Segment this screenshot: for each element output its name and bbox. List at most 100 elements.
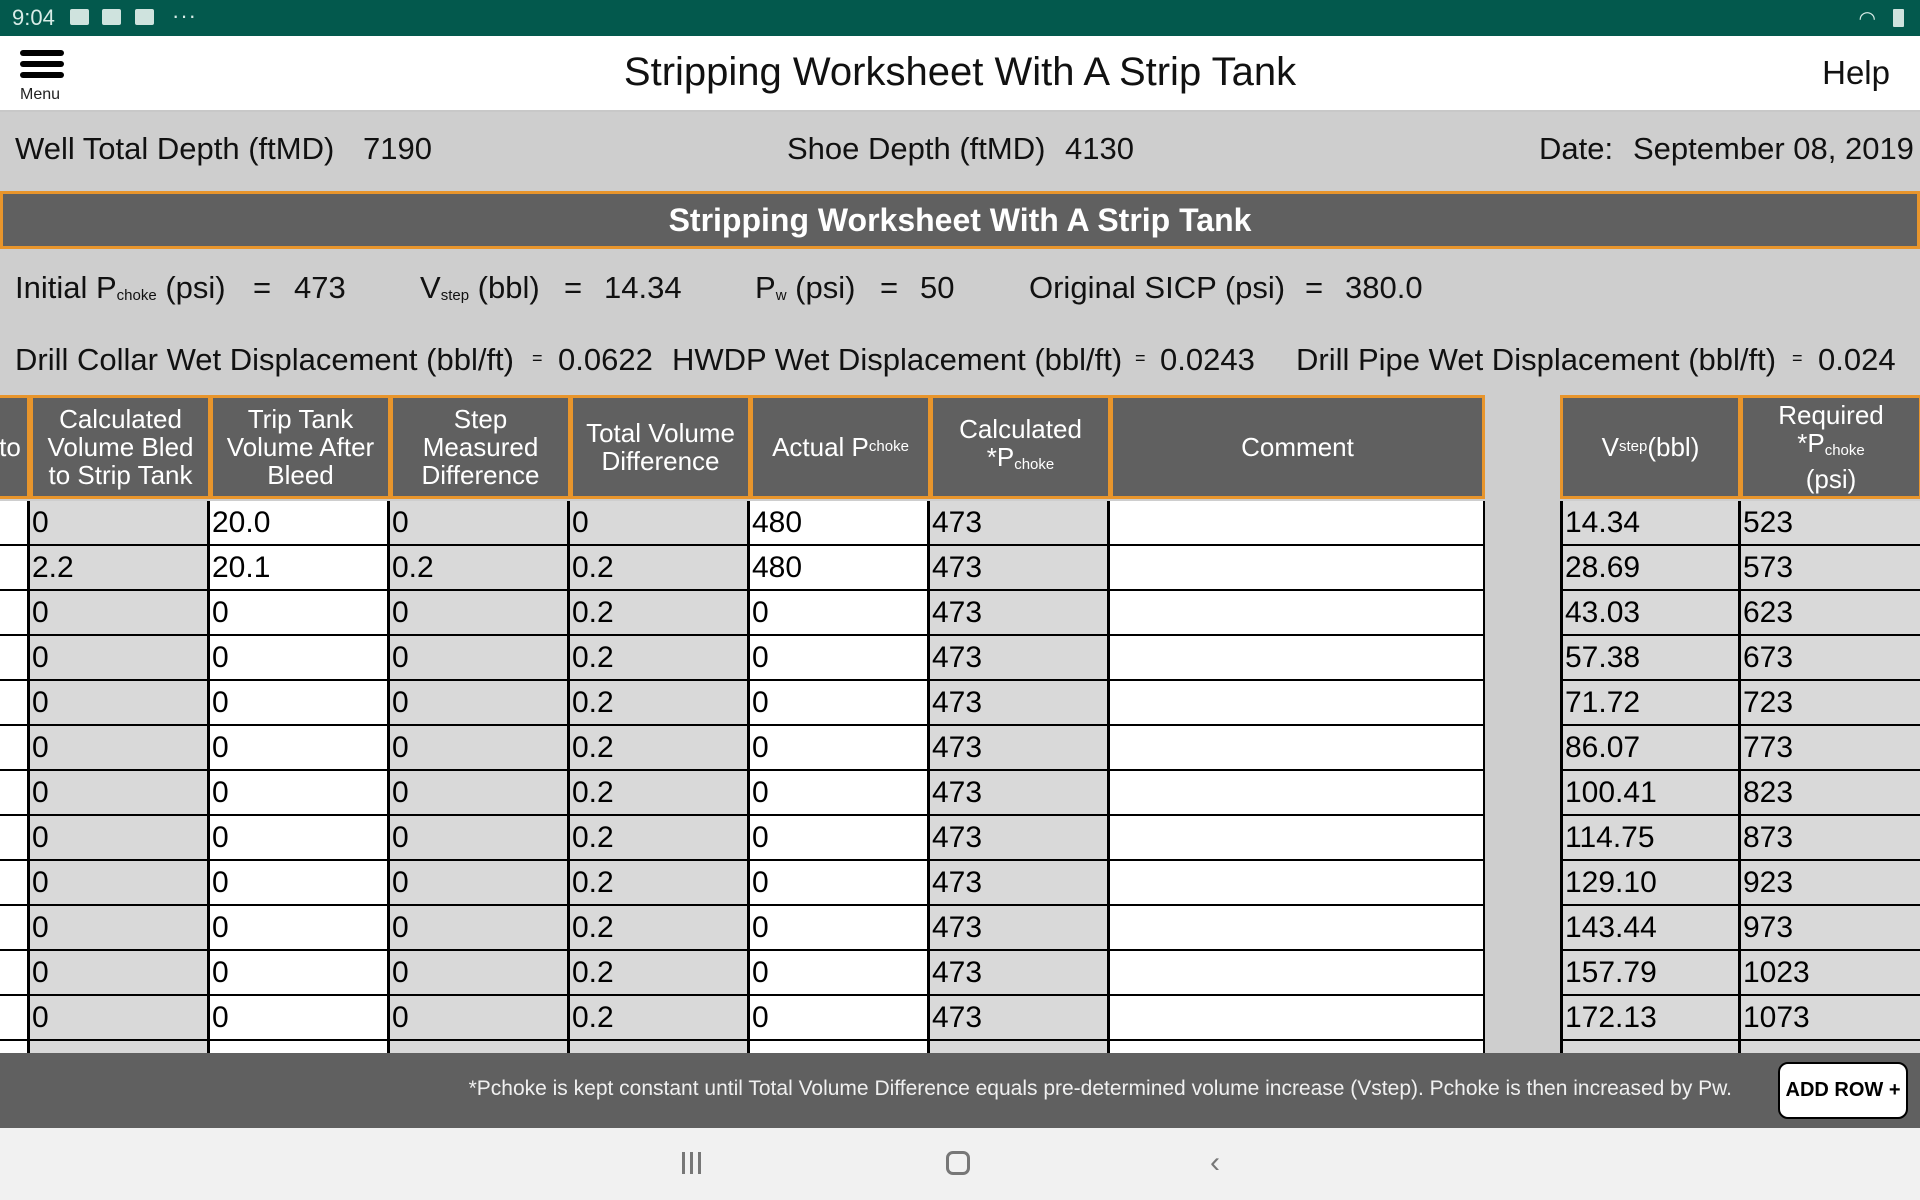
- table-row: 2.2 20.1 0.2 0.2 480 473 28.69 573: [0, 546, 1920, 591]
- cell-trip-tank-volume[interactable]: 0: [207, 726, 391, 771]
- cell-actual-pchoke[interactable]: 0: [747, 726, 931, 771]
- cell-partial[interactable]: [0, 816, 30, 861]
- cell-trip-tank-volume[interactable]: 20.0: [207, 501, 391, 546]
- well-depth-value: 7190: [363, 131, 432, 166]
- header-actual-pchoke-sub: choke: [868, 438, 909, 455]
- cell-actual-pchoke[interactable]: [747, 1041, 931, 1053]
- cell-actual-pchoke[interactable]: 0: [747, 861, 931, 906]
- footnote: *Pchoke is kept constant until Total Vol…: [468, 1077, 1732, 1100]
- cell-comment[interactable]: [1107, 501, 1485, 546]
- cell-calculated-pchoke: 473: [927, 816, 1111, 861]
- status-time: 9:04: [12, 5, 55, 30]
- home-button[interactable]: [946, 1151, 970, 1175]
- hwdp-value: 0.0243: [1160, 342, 1255, 377]
- header-step-measured-diff: Step Measured Difference: [390, 395, 571, 499]
- vstep-label: V: [420, 270, 441, 305]
- cell-total-volume-diff: 0.2: [567, 591, 751, 636]
- cell-comment[interactable]: [1107, 546, 1485, 591]
- cell-trip-tank-volume[interactable]: 0: [207, 681, 391, 726]
- help-button[interactable]: Help: [1822, 54, 1890, 92]
- drill-pipe-label: Drill Pipe Wet Displacement (bbl/ft): [1296, 342, 1777, 377]
- initial-pchoke-eq: =: [253, 270, 272, 305]
- cell-calc-volume-bled: 0: [27, 816, 211, 861]
- cell-trip-tank-volume[interactable]: 0: [207, 951, 391, 996]
- cell-required-pchoke: [1738, 1041, 1920, 1053]
- pw-unit: (psi): [795, 270, 856, 305]
- cell-partial[interactable]: [0, 1041, 30, 1053]
- cell-step-measured-diff: 0: [387, 681, 571, 726]
- cell-required-pchoke: 773: [1738, 726, 1920, 771]
- cell-actual-pchoke[interactable]: 480: [747, 546, 931, 591]
- wifi-icon: ◠: [1858, 8, 1876, 30]
- cell-partial[interactable]: [0, 501, 30, 546]
- cell-actual-pchoke[interactable]: 0: [747, 996, 931, 1041]
- cell-step-measured-diff: 0: [387, 636, 571, 681]
- cell-actual-pchoke[interactable]: 480: [747, 501, 931, 546]
- cell-trip-tank-volume[interactable]: 0: [207, 906, 391, 951]
- header-required-line1: Required *Pchoke: [1745, 401, 1917, 465]
- drill-collar-label: Drill Collar Wet Displacement (bbl/ft): [15, 342, 514, 377]
- cell-trip-tank-volume[interactable]: [207, 1041, 391, 1053]
- cell-comment[interactable]: [1107, 1041, 1485, 1053]
- cell-partial[interactable]: [0, 771, 30, 816]
- cell-step-measured-diff: 0: [387, 996, 571, 1041]
- cell-actual-pchoke[interactable]: 0: [747, 906, 931, 951]
- app-header: Menu Stripping Worksheet With A Strip Ta…: [0, 36, 1920, 112]
- date-value: September 08, 2019: [1633, 131, 1914, 166]
- cell-actual-pchoke[interactable]: 0: [747, 591, 931, 636]
- cell-calculated-pchoke: 473: [927, 996, 1111, 1041]
- cell-comment[interactable]: [1107, 816, 1485, 861]
- cell-step-measured-diff: [387, 1041, 571, 1053]
- cell-partial[interactable]: [0, 726, 30, 771]
- cell-trip-tank-volume[interactable]: 0: [207, 816, 391, 861]
- cell-partial[interactable]: [0, 996, 30, 1041]
- cell-partial[interactable]: [0, 636, 30, 681]
- cell-comment[interactable]: [1107, 681, 1485, 726]
- cell-trip-tank-volume[interactable]: 0: [207, 861, 391, 906]
- cell-partial[interactable]: [0, 681, 30, 726]
- footer-bar: *Pchoke is kept constant until Total Vol…: [0, 1053, 1920, 1128]
- cell-vstep: 28.69: [1560, 546, 1741, 591]
- cell-comment[interactable]: [1107, 636, 1485, 681]
- cell-actual-pchoke[interactable]: 0: [747, 771, 931, 816]
- cell-comment[interactable]: [1107, 951, 1485, 996]
- cell-comment[interactable]: [1107, 771, 1485, 816]
- header-calculated-prefix: *P: [986, 442, 1015, 472]
- section-title: Stripping Worksheet With A Strip Tank: [0, 191, 1920, 249]
- cell-required-pchoke: 673: [1738, 636, 1920, 681]
- cell-comment[interactable]: [1107, 861, 1485, 906]
- cell-trip-tank-volume[interactable]: 0: [207, 591, 391, 636]
- cell-actual-pchoke[interactable]: 0: [747, 816, 931, 861]
- cell-comment[interactable]: [1107, 996, 1485, 1041]
- cell-vstep: 14.34: [1560, 501, 1741, 546]
- table-row: 0 0 0 0.2 0 473 43.03 623: [0, 591, 1920, 636]
- cell-calculated-pchoke: 473: [927, 591, 1111, 636]
- cell-trip-tank-volume[interactable]: 0: [207, 636, 391, 681]
- header-vstep-sub: step: [1618, 438, 1648, 455]
- cell-partial[interactable]: [0, 906, 30, 951]
- cell-trip-tank-volume[interactable]: 0: [207, 771, 391, 816]
- cell-actual-pchoke[interactable]: 0: [747, 636, 931, 681]
- vstep-eq: =: [564, 270, 583, 305]
- cell-actual-pchoke[interactable]: 0: [747, 681, 931, 726]
- add-row-button[interactable]: ADD ROW +: [1778, 1062, 1908, 1119]
- back-button[interactable]: ‹: [1210, 1146, 1220, 1180]
- cell-comment[interactable]: [1107, 591, 1485, 636]
- cell-partial[interactable]: [0, 861, 30, 906]
- recent-apps-button[interactable]: [680, 1152, 704, 1176]
- cell-trip-tank-volume[interactable]: 20.1: [207, 546, 391, 591]
- cell-comment[interactable]: [1107, 726, 1485, 771]
- sicp-value: 380.0: [1345, 270, 1423, 305]
- cell-vstep: 129.10: [1560, 861, 1741, 906]
- recent-apps-icon-bar: [690, 1152, 693, 1174]
- cell-trip-tank-volume[interactable]: 0: [207, 996, 391, 1041]
- cell-partial[interactable]: [0, 951, 30, 996]
- cell-partial[interactable]: [0, 591, 30, 636]
- cell-actual-pchoke[interactable]: 0: [747, 951, 931, 996]
- drill-pipe-eq: =: [1792, 348, 1803, 368]
- cell-partial[interactable]: [0, 546, 30, 591]
- header-vstep: Vstep (bbl): [1560, 395, 1741, 499]
- mail-error-icon: [102, 9, 121, 25]
- cell-calculated-pchoke: [927, 1041, 1111, 1053]
- cell-comment[interactable]: [1107, 906, 1485, 951]
